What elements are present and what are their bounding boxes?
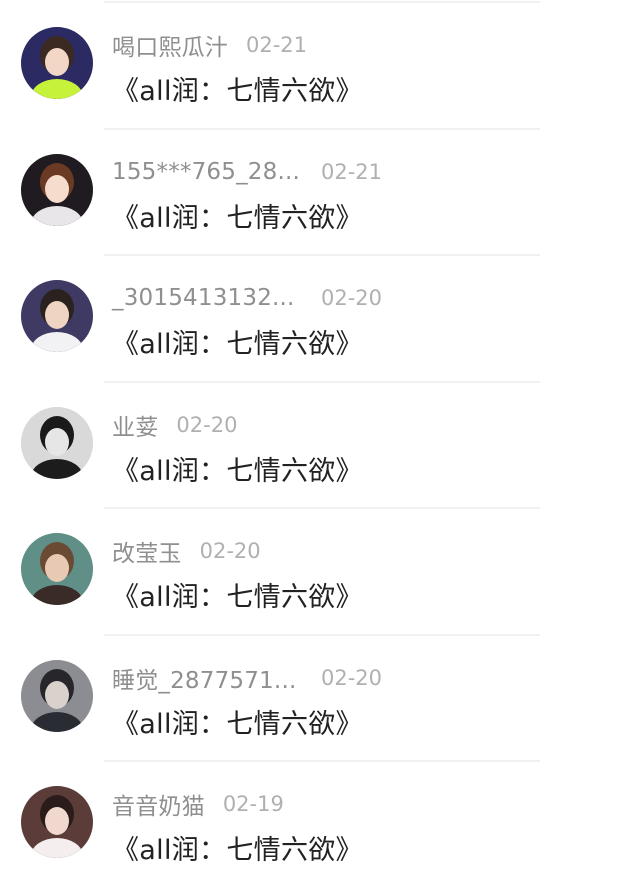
comment-meta: 155***765_28... 02-21 <box>112 154 382 190</box>
comment-text: 《all润：七情六欲》 <box>112 835 363 866</box>
username[interactable]: 睡觉_2877571... <box>112 661 321 695</box>
comment-meta: _3015413132... 02-20 <box>112 280 382 316</box>
avatar[interactable] <box>21 406 93 479</box>
username[interactable]: 改莹玉 <box>112 534 182 568</box>
comment-text: 《all润：七情六欲》 <box>112 329 363 360</box>
comment-text: 《all润：七情六欲》 <box>112 708 363 740</box>
comment-meta: 喝口熙瓜汁 02-21 <box>112 27 307 63</box>
comment-item[interactable]: _3015413132... 02-20 《all润：七情六欲》 <box>0 256 640 383</box>
timestamp: 02-21 <box>246 33 308 57</box>
avatar-face <box>45 301 69 329</box>
comment-item[interactable]: 业荽 02-20 《all润：七情六欲》 <box>0 383 640 509</box>
timestamp: 02-20 <box>176 412 238 437</box>
comment-meta: 改莹玉 02-20 <box>112 533 261 569</box>
avatar[interactable] <box>21 533 93 605</box>
avatar-face <box>45 680 69 709</box>
username[interactable]: 业荽 <box>112 408 158 442</box>
comment-meta: 音音奶猫 02-19 <box>112 786 284 822</box>
comment-item[interactable]: 睡觉_2877571... 02-20 《all润：七情六欲》 <box>0 636 640 762</box>
comment-meta: 业荽 02-20 <box>112 407 237 443</box>
comment-text: 《all润：七情六欲》 <box>112 455 363 487</box>
avatar-photo <box>21 406 93 479</box>
timestamp: 02-21 <box>321 159 383 184</box>
comment-item[interactable]: 音音奶猫 02-19 《all润：七情六欲》 <box>0 762 640 889</box>
timestamp: 02-20 <box>321 286 383 310</box>
avatar-photo <box>21 280 93 352</box>
comment-item[interactable]: 喝口熙瓜汁 02-21 《all润：七情六欲》 <box>0 3 640 130</box>
avatar[interactable] <box>21 659 93 732</box>
username[interactable]: _3015413132... <box>112 285 321 311</box>
timestamp: 02-19 <box>222 792 284 816</box>
username[interactable]: 喝口熙瓜汁 <box>112 28 228 62</box>
comment-item[interactable]: 155***765_28... 02-21 《all润：七情六欲》 <box>0 130 640 256</box>
avatar[interactable] <box>21 280 93 352</box>
comment-text: 《all润：七情六欲》 <box>112 582 363 613</box>
avatar-photo <box>21 659 93 732</box>
timestamp: 02-20 <box>321 665 383 690</box>
comment-text: 《all润：七情六欲》 <box>112 202 363 234</box>
avatar-photo <box>21 533 93 605</box>
username[interactable]: 155***765_28... <box>112 159 321 185</box>
avatar[interactable] <box>21 27 93 99</box>
comment-item[interactable]: 改莹玉 02-20 《all润：七情六欲》 <box>0 509 640 636</box>
avatar-face <box>45 427 69 456</box>
avatar-photo <box>21 786 93 858</box>
comment-list: 喝口熙瓜汁 02-21 《all润：七情六欲》 155***765_28... … <box>0 3 640 889</box>
avatar-photo <box>21 27 93 99</box>
avatar[interactable] <box>21 786 93 858</box>
avatar-face <box>45 174 69 203</box>
avatar-face <box>45 807 69 835</box>
username[interactable]: 音音奶猫 <box>112 787 205 821</box>
timestamp: 02-20 <box>199 539 261 563</box>
comment-meta: 睡觉_2877571... 02-20 <box>112 660 382 696</box>
avatar-face <box>45 554 69 582</box>
comment-text: 《all润：七情六欲》 <box>112 76 363 107</box>
avatar-face <box>45 48 69 76</box>
avatar[interactable] <box>21 153 93 226</box>
avatar-photo <box>21 153 93 226</box>
